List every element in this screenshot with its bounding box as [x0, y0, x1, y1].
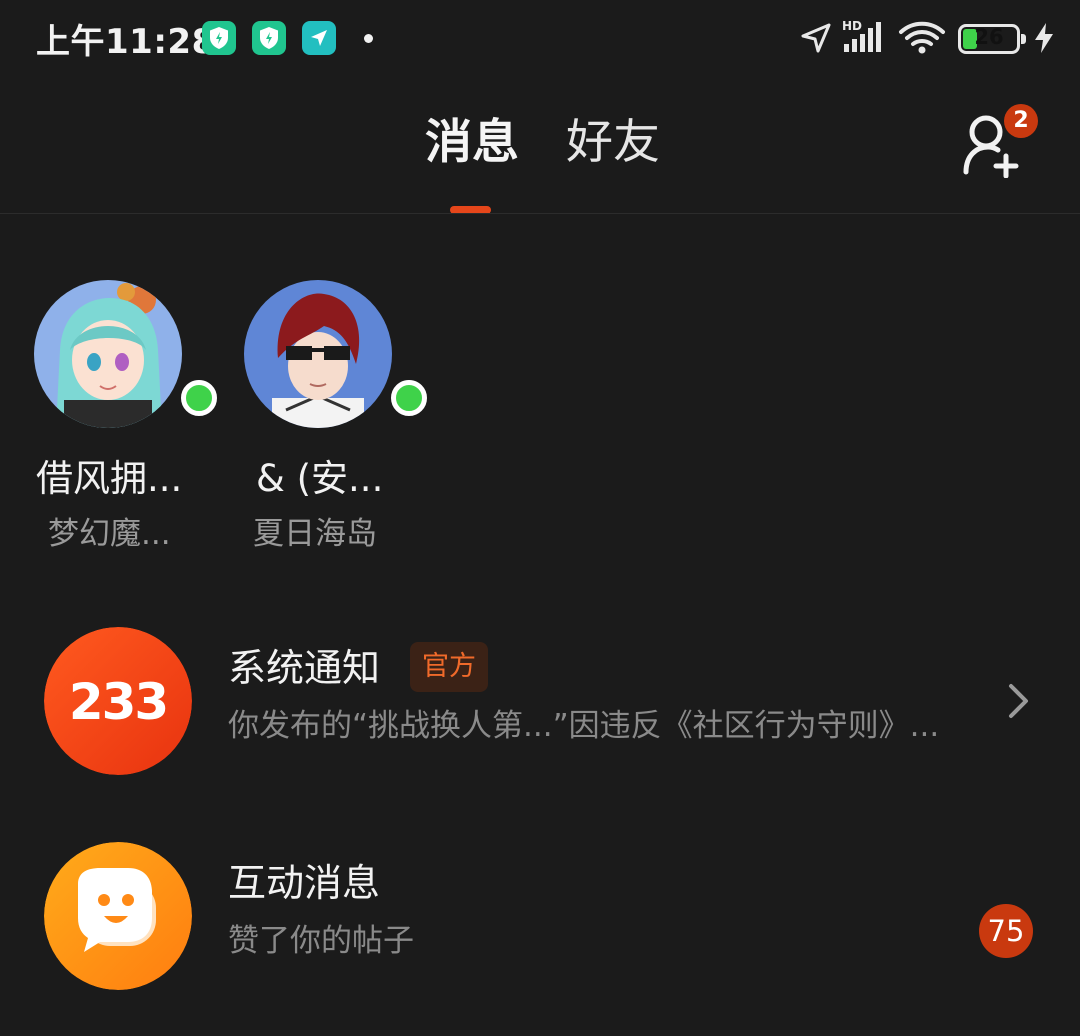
tab-friends[interactable]: 好友 [566, 110, 660, 176]
charging-bolt-icon [1035, 23, 1053, 53]
friend-avatar[interactable] [34, 280, 182, 428]
conversation-title: 互动消息 [228, 861, 381, 905]
cellular-signal-icon: HD [842, 19, 888, 54]
status-time: 上午11:28 [36, 22, 216, 62]
conversation-title: 系统通知 [228, 646, 381, 690]
chevron-right-icon [1009, 684, 1028, 718]
battery-cap [1021, 34, 1026, 44]
friend-request-badge: 2 [1004, 104, 1038, 138]
shield-app-icon [252, 21, 286, 55]
wifi-icon [899, 21, 945, 54]
shield-app-icon [202, 21, 236, 55]
location-arrow-icon [801, 23, 831, 53]
conversation-preview: 赞了你的帖子 [228, 923, 414, 959]
tab-messages[interactable]: 消息 [425, 110, 519, 176]
system-notice-avatar: 233 [44, 627, 192, 775]
conversation-interactions[interactable]: 互动消息 赞了你的帖子 75 [0, 815, 1080, 1015]
online-friend-item[interactable]: 借风拥... 梦幻魔... [34, 280, 254, 560]
unread-count-badge: 75 [979, 904, 1033, 958]
interaction-messages-avatar [44, 842, 192, 990]
friend-current-game: 梦幻魔... [48, 516, 171, 552]
navigation-app-icon [302, 21, 336, 55]
battery-indicator: 26 [958, 24, 1026, 54]
online-status-indicator [391, 380, 427, 416]
app-logo-text: 233 [69, 673, 167, 731]
battery-level: 26 [974, 25, 1004, 49]
friend-avatar[interactable] [244, 280, 392, 428]
online-friend-item[interactable]: & (安... 夏日海岛 [244, 280, 464, 560]
official-tag: 官方 [410, 642, 488, 692]
conversation-system-notice[interactable]: 233 系统通知 官方 你发布的“挑战换人第...”因违反《社区行为守则》... [0, 600, 1080, 800]
conversation-preview: 你发布的“挑战换人第...”因违反《社区行为守则》... [228, 708, 940, 744]
friend-name: & (安... [256, 457, 384, 500]
notification-dot-icon [364, 34, 373, 43]
friend-name: 借风拥... [36, 457, 183, 500]
status-bar: 上午11:28 HD 26 [0, 0, 1080, 80]
online-status-indicator [181, 380, 217, 416]
friend-current-game: 夏日海岛 [253, 516, 377, 552]
header-divider [0, 213, 1080, 214]
